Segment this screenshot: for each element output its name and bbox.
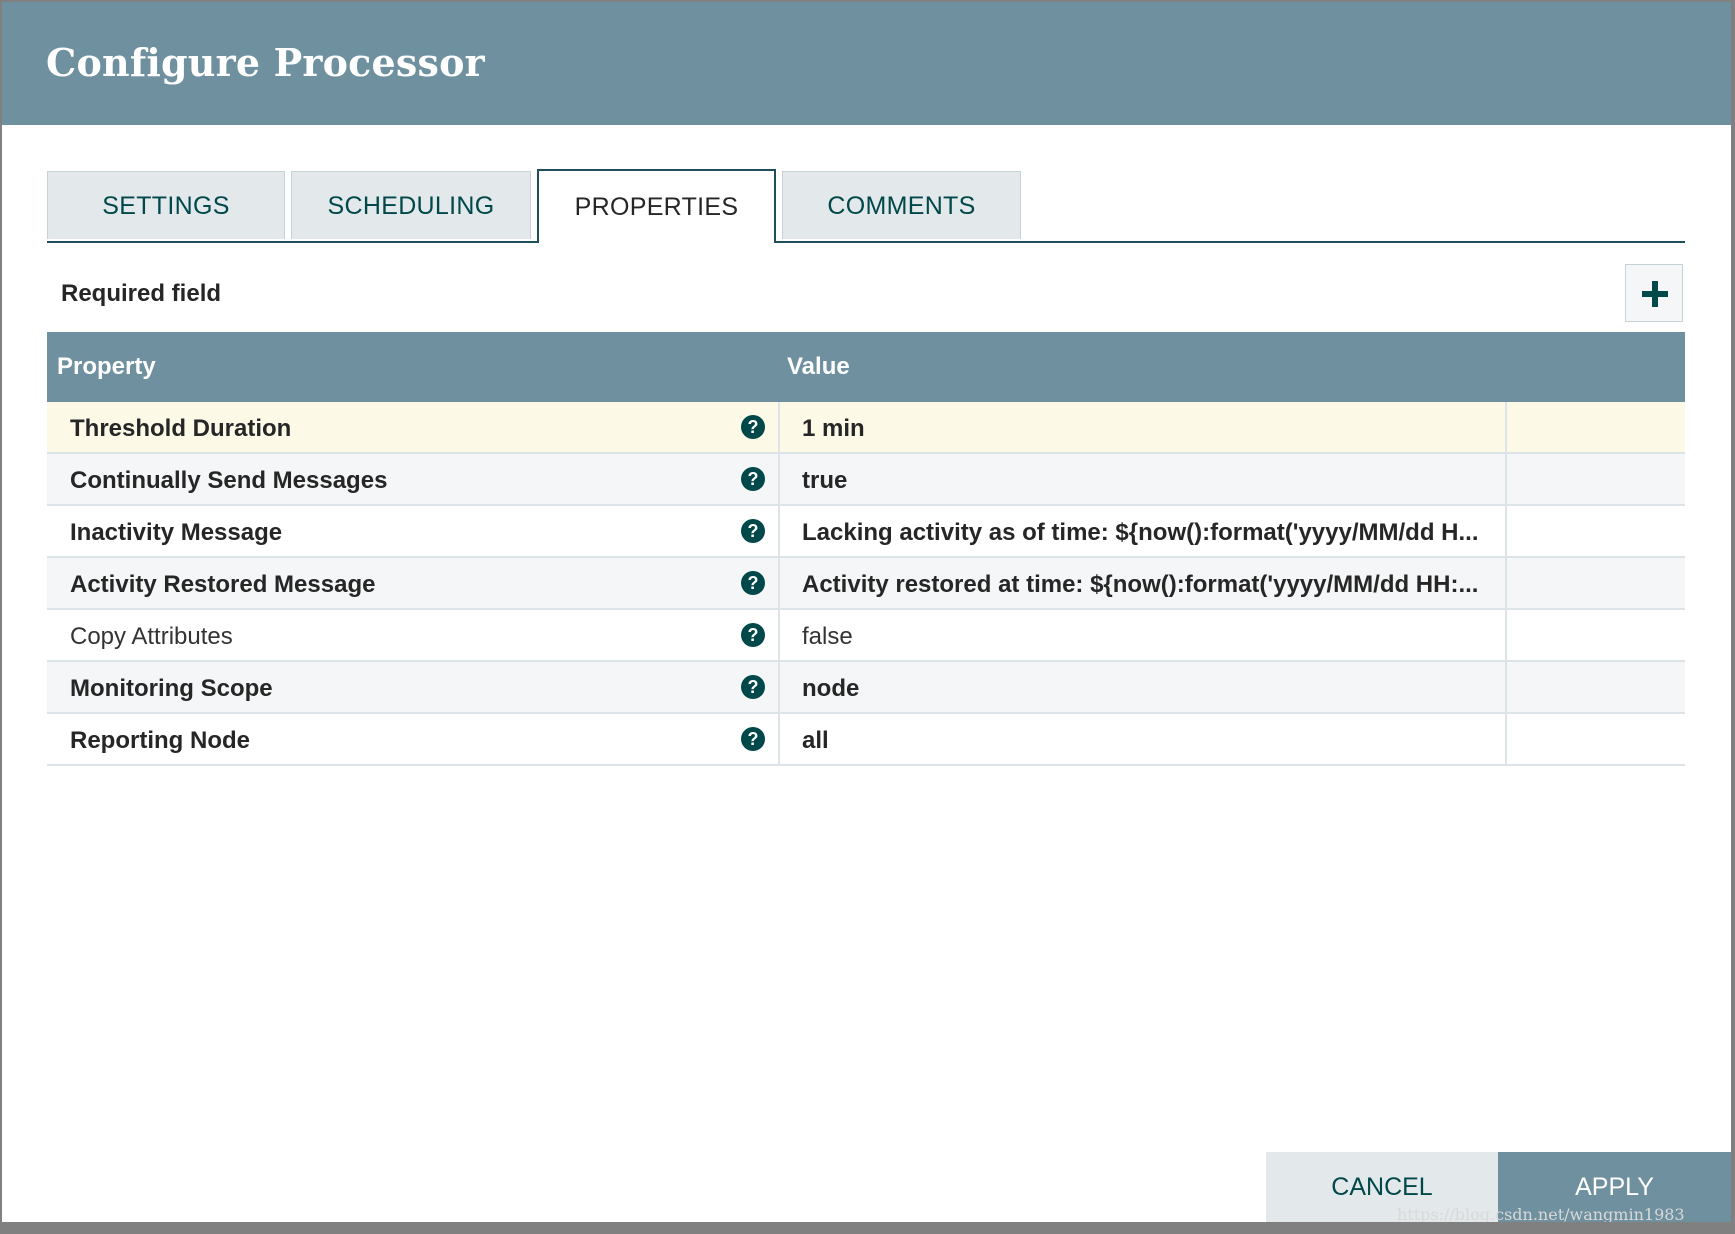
property-name: Inactivity Message bbox=[70, 519, 283, 546]
table-row[interactable]: Inactivity Message ? Lacking activity as… bbox=[47, 506, 1685, 558]
column-header-value[interactable]: Value bbox=[787, 353, 850, 381]
dialog-title: Configure Processor bbox=[46, 40, 485, 85]
dialog-header: Configure Processor bbox=[2, 2, 1731, 125]
question-circle-icon[interactable]: ? bbox=[741, 727, 765, 751]
watermark: https://blog.csdn.net/wangmin1983 bbox=[1397, 1205, 1685, 1222]
property-value[interactable]: 1 min bbox=[802, 415, 1498, 443]
question-circle-icon[interactable]: ? bbox=[741, 519, 765, 543]
table-row[interactable]: Reporting Node ? all bbox=[47, 714, 1685, 766]
table-row[interactable]: Monitoring Scope ? node bbox=[47, 662, 1685, 714]
table-row[interactable]: Continually Send Messages ? true bbox=[47, 454, 1685, 506]
table-header: Property Value bbox=[47, 332, 1685, 402]
property-name: Monitoring Scope bbox=[70, 675, 273, 702]
property-name: Activity Restored Message bbox=[70, 571, 376, 598]
property-value[interactable]: false bbox=[802, 623, 1498, 651]
table-row[interactable]: Copy Attributes ? false bbox=[47, 610, 1685, 662]
tab-scheduling[interactable]: SCHEDULING bbox=[291, 171, 531, 239]
tab-properties[interactable]: PROPERTIES bbox=[537, 169, 776, 243]
question-circle-icon[interactable]: ? bbox=[741, 675, 765, 699]
tab-comments[interactable]: COMMENTS bbox=[782, 171, 1021, 239]
tab-bar: SETTINGS SCHEDULING PROPERTIES COMMENTS bbox=[47, 169, 1685, 243]
table-row[interactable]: Threshold Duration ? 1 min bbox=[47, 402, 1685, 454]
property-name: Reporting Node bbox=[70, 727, 250, 754]
property-name: Continually Send Messages bbox=[70, 467, 388, 494]
configure-processor-dialog: Configure Processor SETTINGS SCHEDULING … bbox=[2, 2, 1731, 1222]
add-property-button[interactable] bbox=[1625, 264, 1683, 322]
property-value[interactable]: all bbox=[802, 727, 1498, 755]
question-circle-icon[interactable]: ? bbox=[741, 467, 765, 491]
column-header-property[interactable]: Property bbox=[57, 353, 156, 381]
property-value[interactable]: true bbox=[802, 467, 1498, 495]
required-field-label: Required field bbox=[61, 280, 222, 307]
property-name: Threshold Duration bbox=[70, 415, 292, 442]
property-value[interactable]: Activity restored at time: ${now():forma… bbox=[802, 571, 1498, 599]
properties-table: Property Value Threshold Duration ? 1 mi… bbox=[47, 332, 1685, 766]
question-circle-icon[interactable]: ? bbox=[741, 415, 765, 439]
question-circle-icon[interactable]: ? bbox=[741, 623, 765, 647]
tab-settings[interactable]: SETTINGS bbox=[47, 171, 285, 239]
property-value[interactable]: node bbox=[802, 675, 1498, 703]
property-value[interactable]: Lacking activity as of time: ${now():for… bbox=[802, 519, 1498, 547]
property-name: Copy Attributes bbox=[70, 623, 233, 650]
table-row[interactable]: Activity Restored Message ? Activity res… bbox=[47, 558, 1685, 610]
question-circle-icon[interactable]: ? bbox=[741, 571, 765, 595]
